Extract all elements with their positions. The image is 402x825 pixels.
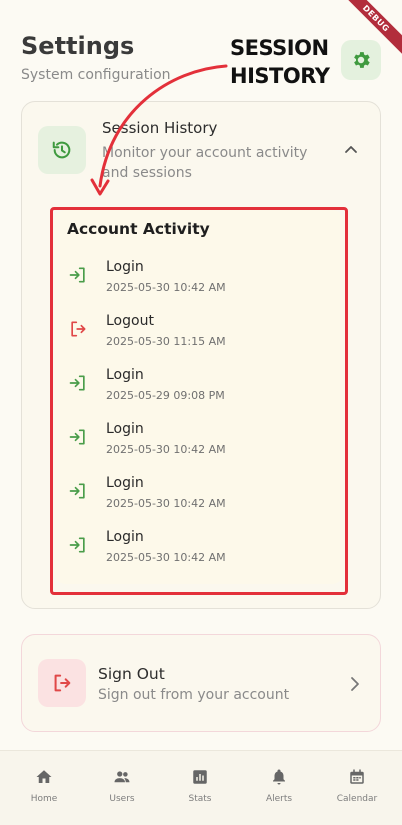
nav-item-calendar[interactable]: Calendar — [327, 768, 387, 804]
chevron-up-icon — [345, 146, 357, 153]
debug-banner: DEBUG — [332, 0, 402, 70]
logout-icon — [54, 674, 71, 692]
nav-item-alerts[interactable]: Alerts — [249, 768, 309, 804]
annotation-label: SESSION HISTORY — [230, 34, 330, 90]
sign-out-chevron[interactable] — [348, 676, 362, 696]
nav-label-alerts: Alerts — [265, 794, 293, 804]
annotation-line-1: SESSION — [230, 36, 329, 60]
session-history-description: Monitor your account activity and sessio… — [102, 145, 308, 181]
nav-item-users[interactable]: Users — [92, 768, 152, 804]
chevron-right-icon — [351, 677, 359, 691]
home-icon — [36, 770, 52, 783]
page-title: Settings — [21, 32, 135, 60]
session-history-title[interactable]: Session History — [102, 119, 217, 137]
bell-icon — [273, 769, 285, 785]
sign-out-icon-box — [38, 659, 86, 707]
history-icon — [52, 141, 71, 159]
nav-label-calendar: Calendar — [336, 794, 378, 804]
sign-out-description: Sign out from your account — [98, 687, 290, 703]
sign-out-title[interactable]: Sign Out — [98, 665, 165, 683]
collapse-chevron[interactable] — [343, 142, 359, 162]
users-icon — [114, 771, 130, 783]
annotation-highlight-box — [50, 207, 348, 595]
annotation-line-2: HISTORY — [230, 64, 330, 88]
page-subtitle: System configuration — [21, 67, 171, 83]
debug-banner-label: DEBUG — [336, 0, 402, 59]
nav-label-users: Users — [109, 794, 135, 804]
nav-label-stats: Stats — [188, 794, 212, 804]
calendar-icon — [350, 769, 364, 784]
nav-label-home: Home — [30, 794, 58, 804]
nav-item-stats[interactable]: Stats — [170, 768, 230, 804]
stats-icon — [193, 770, 207, 784]
session-history-icon-box — [38, 126, 86, 174]
nav-item-home[interactable]: Home — [14, 768, 74, 804]
